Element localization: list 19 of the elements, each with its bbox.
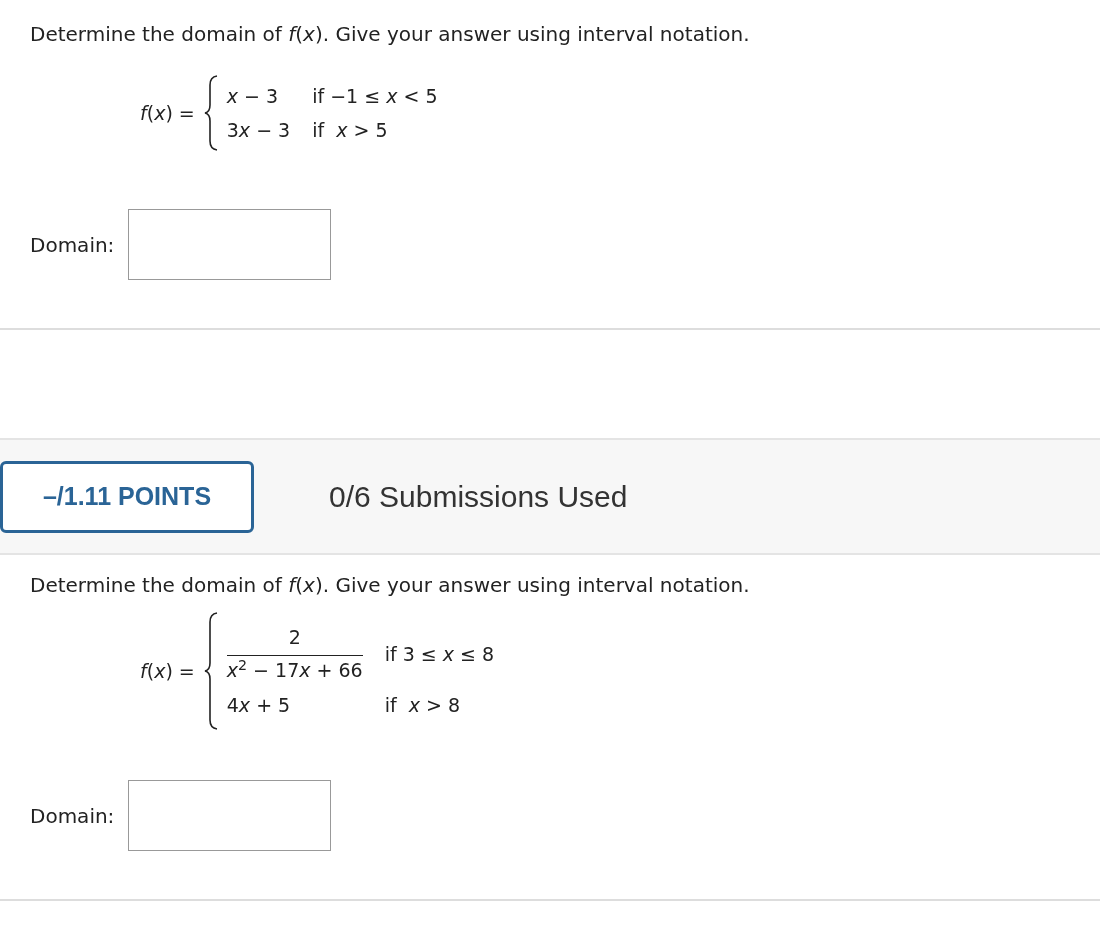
case-condition: if 3 ≤ x ≤ 8 [384, 641, 495, 667]
points-button[interactable]: –/1.11 POINTS [0, 460, 254, 533]
domain-label: Domain: [30, 802, 115, 830]
answer-field[interactable] [128, 209, 332, 280]
case-expression: x − 3 [226, 83, 280, 109]
case-expression: 3x − 3 [226, 118, 291, 143]
function-label: f(x) = [140, 100, 195, 126]
case-condition: if x > 5 [312, 118, 389, 143]
fraction-numerator: 2 [226, 622, 363, 657]
function-label: f(x) = [140, 658, 195, 684]
submissions-count: 0/6 Submissions Used [329, 479, 628, 515]
domain-label: Domain: [30, 231, 115, 259]
answer-field[interactable] [128, 780, 332, 851]
question-prompt: Determine the domain of f(x). Give your answer using interval notation. [29, 21, 751, 46]
question-prompt: Determine the domain of f(x). Give your answer using interval notation. [29, 572, 751, 597]
case-expression: 4x + 5 [226, 692, 292, 718]
case-condition: if x > 8 [384, 692, 462, 718]
case-condition: if −1 ≤ x < 5 [312, 83, 438, 109]
fraction-denominator: x$^{2}$ − 17x + 66 [226, 656, 363, 684]
